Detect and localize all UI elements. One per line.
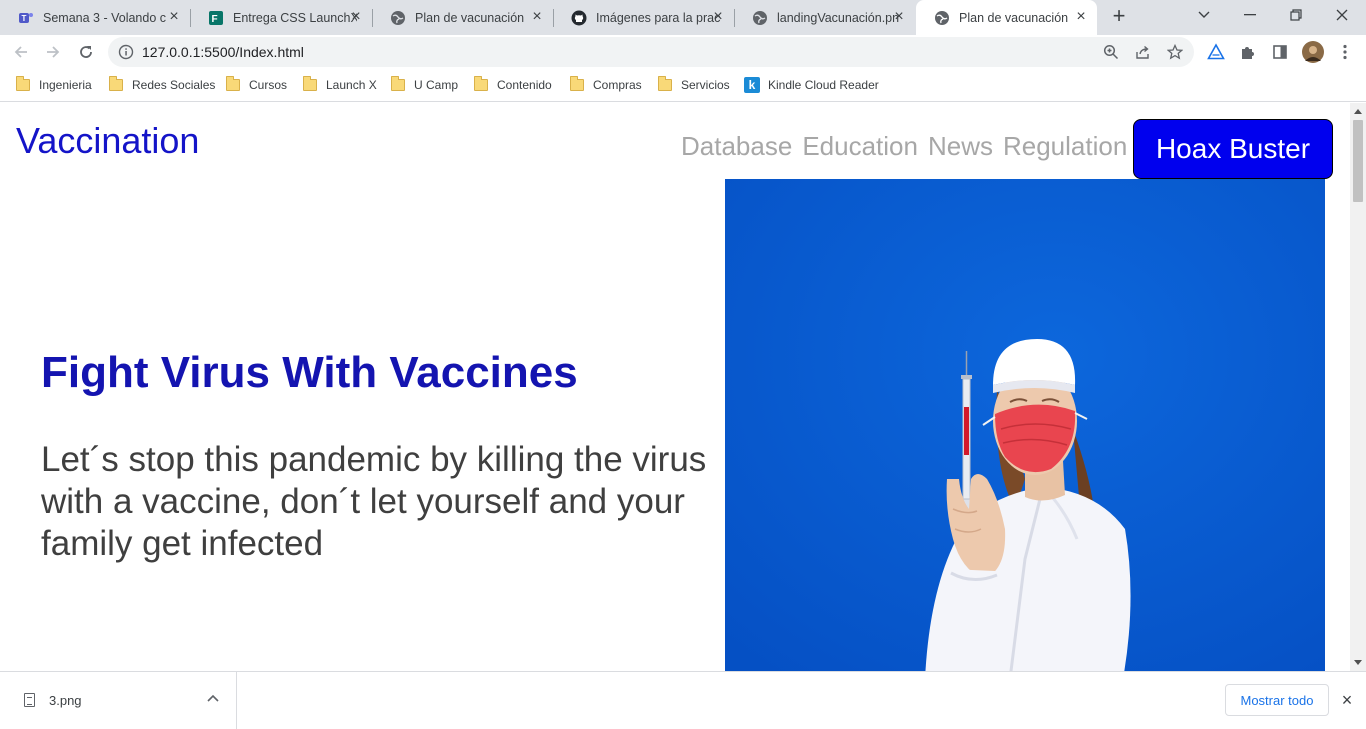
tab-search-icon[interactable] — [1181, 0, 1227, 30]
globe-icon — [390, 10, 406, 26]
scroll-down-icon[interactable] — [1354, 660, 1362, 665]
close-tab-icon[interactable]: × — [529, 9, 545, 25]
bookmark-servicios[interactable]: Servicios — [658, 76, 730, 94]
tab-strip: T Semana 3 - Volando c × F Entrega CSS L… — [0, 0, 1366, 35]
main-nav: Database Education News Regulation — [681, 131, 1137, 162]
restore-icon[interactable] — [1273, 0, 1319, 30]
forward-icon[interactable] — [41, 40, 65, 64]
page-scrollbar[interactable] — [1350, 103, 1366, 671]
new-tab-button[interactable]: + — [1107, 5, 1131, 29]
close-tab-icon[interactable]: × — [348, 9, 364, 25]
bookmark-compras[interactable]: Compras — [570, 76, 642, 94]
forms-icon: F — [208, 10, 224, 26]
folder-icon — [109, 76, 123, 91]
tab-plan-vacunacion-active[interactable]: Plan de vacunación × — [916, 0, 1097, 35]
svg-text:F: F — [212, 14, 218, 25]
folder-icon — [658, 76, 672, 91]
bookmark-kindle-cloud-reader[interactable]: k Kindle Cloud Reader — [744, 76, 879, 94]
side-panel-icon[interactable] — [1271, 43, 1289, 61]
folder-icon — [303, 76, 317, 91]
globe-icon — [934, 10, 950, 26]
scroll-up-icon[interactable] — [1354, 109, 1362, 114]
bookmark-label: Kindle Cloud Reader — [768, 78, 879, 92]
bookmark-cursos[interactable]: Cursos — [226, 76, 287, 94]
nav-item-regulation[interactable]: Regulation — [1003, 131, 1127, 162]
bookmark-label: Ingenieria — [39, 78, 92, 92]
download-item[interactable]: 3.png — [0, 672, 237, 729]
back-icon[interactable] — [9, 40, 33, 64]
close-tab-icon[interactable]: × — [891, 9, 907, 25]
tab-label: Plan de vacunación — [415, 10, 525, 25]
hero-description: Let´s stop this pandemic by killing the … — [41, 440, 707, 563]
bookmark-label: Launch X — [326, 78, 377, 92]
page-viewport: Vaccination Database Education News Regu… — [0, 103, 1350, 671]
hoax-buster-button[interactable]: Hoax Buster — [1133, 119, 1333, 179]
folder-icon — [391, 76, 405, 91]
tab-label: landingVacunación.pn — [777, 10, 900, 25]
browser-toolbar: 127.0.0.1:5500/Index.html — [0, 35, 1366, 69]
close-downloads-icon[interactable]: × — [1339, 691, 1355, 709]
bookmark-label: Redes Sociales — [132, 78, 216, 92]
bookmark-u-camp[interactable]: U Camp — [391, 76, 458, 94]
scrollbar-thumb[interactable] — [1353, 120, 1363, 202]
tab-plan-vacunacion-1[interactable]: Plan de vacunación × — [372, 0, 554, 35]
show-all-button[interactable]: Mostrar todo — [1225, 684, 1329, 716]
site-logo[interactable]: Vaccination — [16, 120, 199, 162]
bookmark-contenido[interactable]: Contenido — [474, 76, 552, 94]
close-tab-icon[interactable]: × — [710, 9, 726, 25]
close-tab-icon[interactable]: × — [166, 9, 182, 25]
folder-icon — [570, 76, 584, 91]
folder-icon — [16, 76, 30, 91]
github-icon — [571, 10, 587, 26]
reload-icon[interactable] — [74, 40, 98, 64]
tab-imagenes[interactable]: Imágenes para la prac × — [553, 0, 735, 35]
globe-icon — [752, 10, 768, 26]
teams-icon: T — [18, 10, 34, 26]
bookmark-launch-x[interactable]: Launch X — [303, 76, 377, 94]
bookmark-star-icon[interactable] — [1166, 43, 1184, 61]
site-info-icon[interactable] — [118, 44, 134, 60]
folder-icon — [474, 76, 488, 91]
svg-text:T: T — [22, 14, 27, 23]
bookmark-label: Servicios — [681, 78, 730, 92]
minimize-icon[interactable] — [1227, 0, 1273, 30]
extensions-puzzle-icon[interactable] — [1239, 43, 1257, 61]
profile-avatar[interactable] — [1302, 41, 1324, 63]
downloads-bar: 3.png Mostrar todo × — [0, 671, 1366, 729]
bookmarks-bar: Ingenieria Redes Sociales Cursos Launch … — [0, 69, 1366, 102]
tab-label: Entrega CSS LaunchX — [233, 10, 357, 25]
tab-semana-3[interactable]: T Semana 3 - Volando c × — [0, 0, 191, 35]
bookmark-ingenieria[interactable]: Ingenieria — [16, 76, 92, 94]
close-window-icon[interactable] — [1319, 0, 1365, 30]
kindle-icon: k — [744, 77, 760, 93]
share-icon[interactable] — [1134, 43, 1152, 61]
zoom-icon[interactable] — [1102, 43, 1120, 61]
bookmark-label: Compras — [593, 78, 642, 92]
tab-label: Imágenes para la prac — [596, 10, 720, 25]
browser-menu-icon[interactable] — [1336, 43, 1354, 61]
address-bar[interactable]: 127.0.0.1:5500/Index.html — [108, 37, 1194, 67]
extension-triangle-icon[interactable] — [1207, 43, 1225, 61]
tab-label: Plan de vacunación — [959, 10, 1069, 25]
tab-label: Semana 3 - Volando c — [43, 10, 166, 25]
bookmark-label: U Camp — [414, 78, 459, 92]
hero-image-nurse-vaccine — [725, 179, 1325, 671]
nav-item-news[interactable]: News — [928, 131, 993, 162]
close-tab-icon[interactable]: × — [1073, 9, 1089, 25]
bookmark-label: Cursos — [249, 78, 288, 92]
nav-item-database[interactable]: Database — [681, 131, 792, 162]
hero-title: Fight Virus With Vaccines — [41, 348, 578, 397]
file-icon — [24, 693, 35, 707]
bookmark-redes-sociales[interactable]: Redes Sociales — [109, 76, 215, 94]
nav-item-education[interactable]: Education — [802, 131, 918, 162]
download-file-name: 3.png — [49, 693, 82, 708]
url-text: 127.0.0.1:5500/Index.html — [142, 44, 304, 60]
tab-landing-vacunacion[interactable]: landingVacunación.pn × — [734, 0, 915, 35]
tab-entrega-css[interactable]: F Entrega CSS LaunchX × — [190, 0, 373, 35]
folder-icon — [226, 76, 240, 91]
bookmark-label: Contenido — [497, 78, 552, 92]
chevron-up-icon[interactable] — [206, 692, 220, 706]
